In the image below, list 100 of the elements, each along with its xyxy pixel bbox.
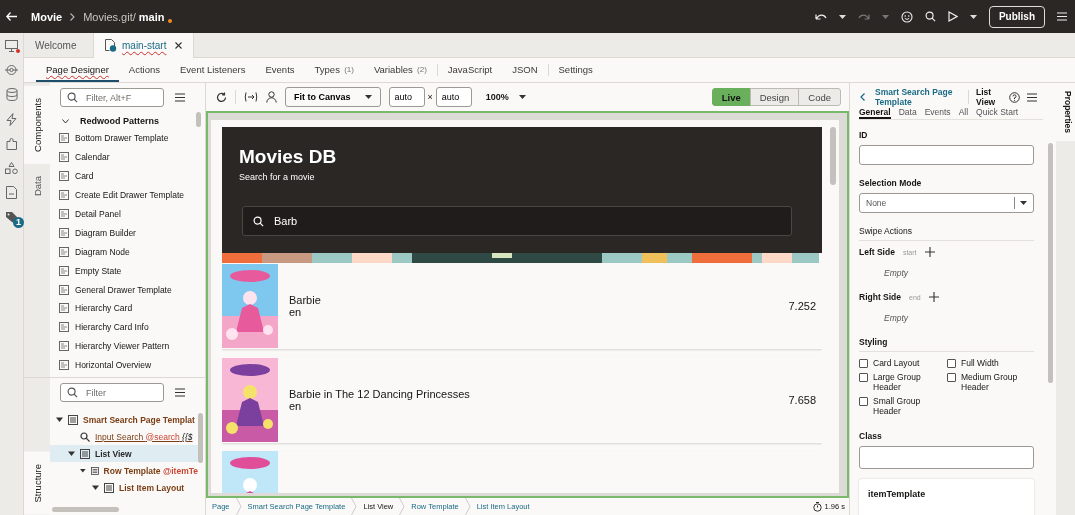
close-icon[interactable]: [175, 42, 183, 49]
list-row[interactable]: Barbie en 7.252: [222, 263, 822, 349]
checkbox[interactable]: Card Layout: [859, 358, 947, 368]
component-item[interactable]: Detail Panel: [50, 204, 205, 224]
back-arrow-icon[interactable]: [6, 12, 17, 21]
tree-item[interactable]: Row Template @itemTe: [50, 462, 198, 479]
play-icon[interactable]: [947, 11, 958, 22]
project-name[interactable]: Movie: [31, 10, 63, 23]
parent-link[interactable]: Smart Search Page Template: [875, 87, 961, 107]
component-item[interactable]: Card: [50, 166, 205, 186]
id-field[interactable]: [859, 145, 1034, 165]
back-chevron-icon[interactable]: [860, 93, 865, 101]
inspector-tab[interactable]: Events: [924, 107, 951, 119]
inspector-tab[interactable]: Quick Start: [976, 107, 1019, 119]
shapes-icon[interactable]: [5, 162, 18, 174]
menu-icon[interactable]: [1027, 92, 1037, 102]
mode-button[interactable]: Design: [749, 88, 800, 106]
chevron-icon[interactable]: [62, 118, 69, 124]
inspector-tab[interactable]: All: [958, 107, 969, 119]
panel-tab[interactable]: Components: [24, 86, 50, 164]
tree-item[interactable]: List Item Layout: [50, 479, 198, 496]
height-field[interactable]: auto: [435, 87, 472, 107]
add-icon[interactable]: [928, 292, 939, 302]
template-card[interactable]: itemTemplate: [859, 479, 1034, 515]
component-item[interactable]: Diagram Node: [50, 242, 205, 262]
component-item[interactable]: Hierarchy Card: [50, 299, 205, 318]
caret-icon[interactable]: [56, 416, 63, 423]
zoom-dropdown[interactable]: 100%: [485, 92, 526, 102]
component-item[interactable]: Create Edit Drawer Template: [50, 185, 205, 205]
designer-tab[interactable]: Event Listeners: [170, 58, 256, 82]
component-item[interactable]: Bottom Drawer Template: [50, 129, 205, 148]
designer-tab[interactable]: Events: [255, 58, 305, 82]
panel-tab[interactable]: Properties: [1056, 83, 1075, 142]
scrollbar[interactable]: [196, 112, 201, 127]
designer-tab[interactable]: Actions: [118, 58, 170, 82]
repository-path[interactable]: Movies.git/: [83, 10, 136, 23]
commit-icon[interactable]: [5, 64, 18, 76]
publish-button[interactable]: Publish: [988, 5, 1045, 28]
class-field[interactable]: [859, 446, 1034, 469]
fit-dropdown[interactable]: Fit to Canvas: [285, 87, 381, 107]
inspector-tab[interactable]: Data: [898, 107, 917, 119]
checkbox[interactable]: Small Group Header: [859, 396, 947, 416]
smiley-icon[interactable]: [900, 10, 913, 23]
checkbox[interactable]: Full Width: [947, 358, 1034, 368]
inspector-tab[interactable]: General: [859, 107, 891, 119]
tree-item[interactable]: List View: [50, 445, 198, 462]
component-item[interactable]: Calendar: [50, 147, 205, 167]
panel-tab[interactable]: Structure: [24, 452, 50, 515]
menu-icon[interactable]: [175, 388, 185, 397]
designer-tab[interactable]: JSON: [502, 58, 548, 82]
caret-icon[interactable]: [80, 467, 86, 474]
component-item[interactable]: Hierarchy Card Info: [50, 317, 205, 337]
user-icon[interactable]: [266, 91, 277, 103]
component-item[interactable]: General Drawer Template: [50, 280, 205, 299]
component-item[interactable]: Hierarchy Viewer Pattern: [50, 336, 205, 356]
checkbox[interactable]: Medium Group Header: [947, 372, 1034, 392]
group-header[interactable]: Redwood Patterns: [50, 112, 205, 129]
search-field[interactable]: Barb: [242, 206, 792, 236]
scrollbar[interactable]: [1048, 143, 1053, 383]
list-row[interactable]: Barbie in The 12 Dancing Princesses en 7.658: [222, 357, 822, 443]
designer-tab[interactable]: Settings: [548, 58, 603, 82]
tree-item[interactable]: Smart Search Page Templat: [50, 411, 198, 428]
mode-button[interactable]: Live: [711, 88, 751, 106]
fit-width-icon[interactable]: [244, 92, 258, 102]
mode-button[interactable]: Code: [798, 88, 841, 106]
caret-icon[interactable]: [838, 14, 846, 19]
caret-icon[interactable]: [92, 484, 99, 491]
caret-icon[interactable]: [969, 14, 977, 19]
bolt-icon[interactable]: [6, 113, 17, 126]
panel-tab[interactable]: Data: [24, 163, 50, 208]
tag-icon[interactable]: [5, 211, 18, 223]
menu-icon[interactable]: [175, 93, 185, 102]
component-item[interactable]: Horizontal Overview: [50, 355, 205, 375]
movie-language: en: [289, 400, 303, 412]
editor-tab[interactable]: main-start: [94, 33, 195, 58]
scrollbar[interactable]: [52, 507, 119, 512]
filter-field[interactable]: Filter, Alt+F: [60, 88, 164, 107]
caret-icon[interactable]: [68, 450, 75, 457]
designer-tab[interactable]: Variables (2): [363, 58, 437, 82]
database-icon[interactable]: [5, 88, 18, 101]
filter-field[interactable]: Filter: [60, 383, 164, 402]
document-icon[interactable]: [6, 186, 17, 199]
movie-rating: 7.252: [788, 300, 817, 312]
width-field[interactable]: auto: [388, 87, 425, 107]
checkbox[interactable]: Large Group Header: [859, 372, 947, 392]
add-icon[interactable]: [924, 247, 935, 257]
scrollbar[interactable]: [830, 127, 836, 185]
puzzle-icon[interactable]: [5, 138, 18, 150]
designer-tab[interactable]: Types (1): [304, 58, 364, 82]
tree-item[interactable]: Input Search @search {{$: [50, 428, 198, 445]
monitor-icon[interactable]: [5, 40, 18, 52]
help-icon[interactable]: [1009, 91, 1020, 103]
component-item[interactable]: Empty State: [50, 261, 205, 281]
scrollbar[interactable]: [198, 413, 203, 463]
refresh-icon[interactable]: [216, 91, 227, 103]
selection-mode-select[interactable]: None: [859, 193, 1034, 213]
undo-icon[interactable]: [814, 11, 827, 22]
component-item[interactable]: Diagram Builder: [50, 223, 205, 243]
designer-tab[interactable]: JavaScript: [437, 58, 503, 82]
branch-name[interactable]: main: [138, 10, 165, 23]
